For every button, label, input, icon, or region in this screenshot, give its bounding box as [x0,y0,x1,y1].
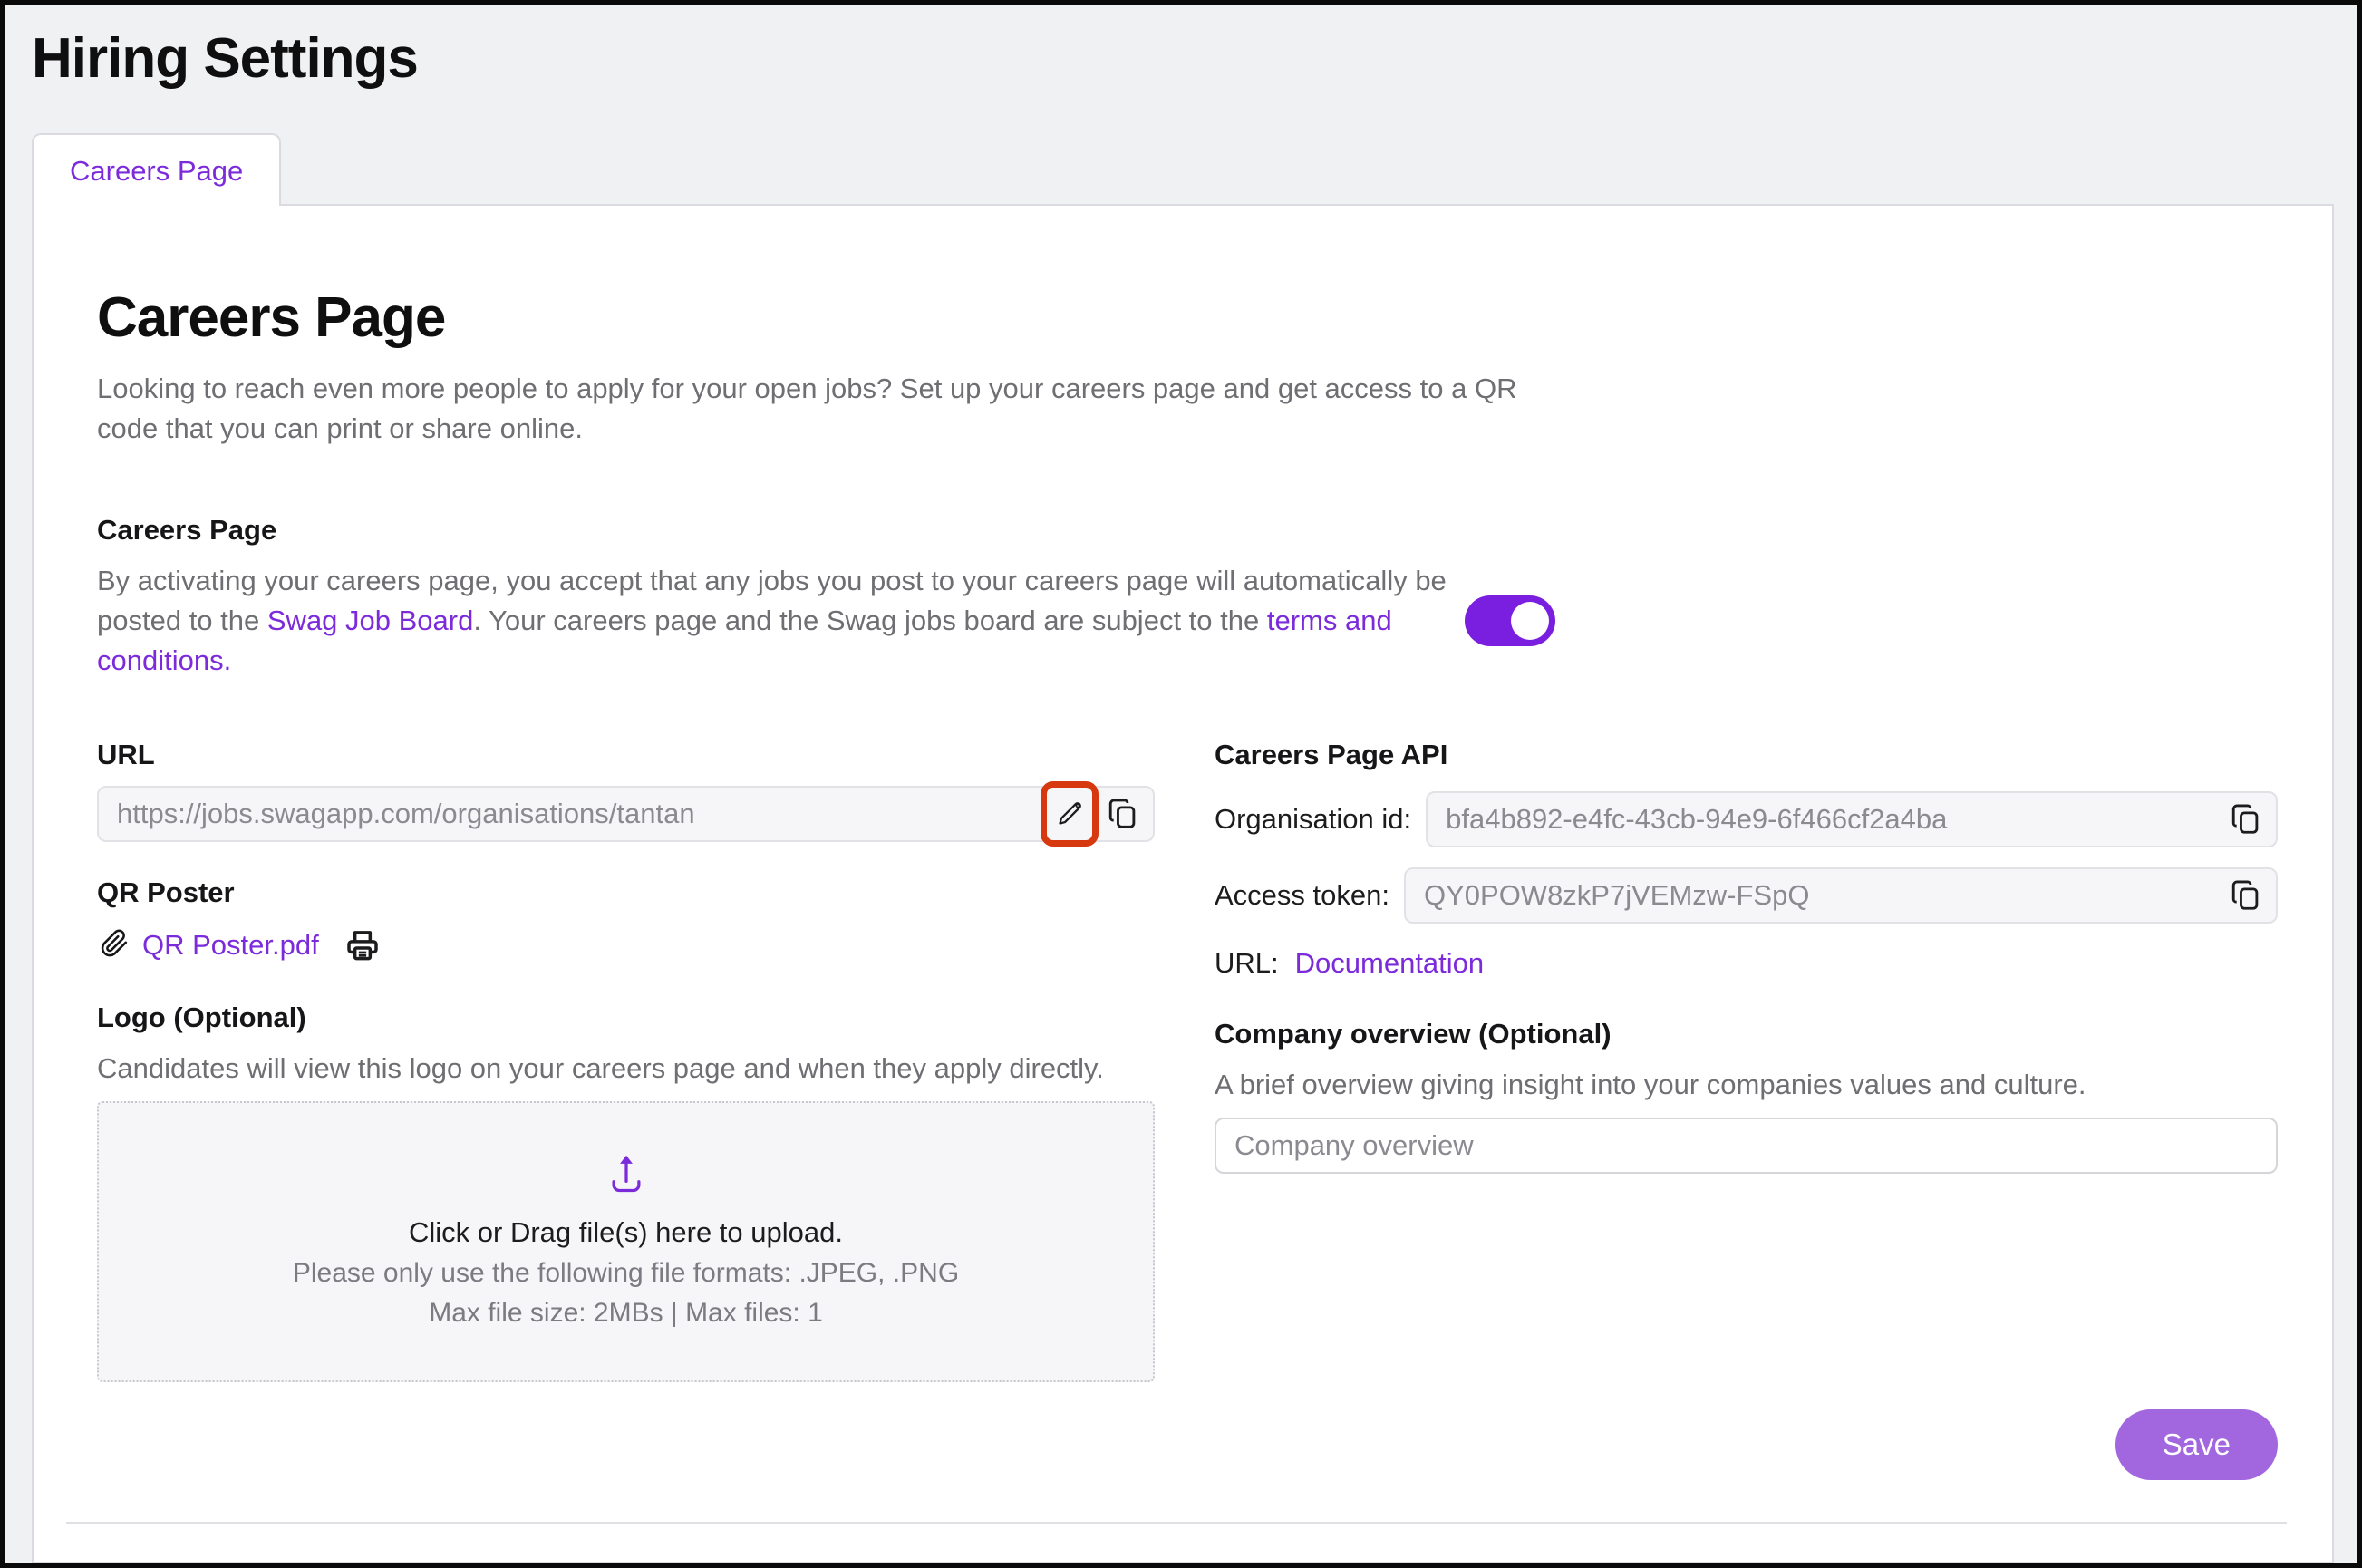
company-overview-heading: Company overview (Optional) [1215,1018,2278,1050]
careers-page-panel: Careers Page Looking to reach even more … [32,204,2334,1563]
url-label: URL [97,739,1155,771]
dropzone-formats: Please only use the following file forma… [293,1253,959,1293]
page-title: Hiring Settings [32,26,2357,92]
careers-toggle-label: Careers Page [97,514,2278,547]
access-token-label: Access token: [1215,879,1389,912]
qr-poster-label: QR Poster [97,876,1155,909]
copy-icon [2229,878,2263,913]
swag-job-board-link[interactable]: Swag Job Board [267,605,473,636]
tab-careers-page-label: Careers Page [70,155,243,187]
company-overview-description: A brief overview giving insight into you… [1215,1065,2278,1105]
edit-url-button[interactable] [1052,797,1087,831]
tab-bar: Careers Page [32,131,2357,204]
print-qr-button[interactable] [343,925,382,965]
organisation-id-label: Organisation id: [1215,803,1411,836]
printer-icon [344,927,381,963]
copy-organisation-id-button[interactable] [2227,800,2265,838]
toggle-text-2: . Your careers page and the Swag jobs bo… [473,605,1266,636]
bottom-divider [66,1522,2287,1524]
careers-page-toggle[interactable] [1465,595,1555,646]
api-heading: Careers Page API [1215,739,2278,771]
tab-careers-page[interactable]: Careers Page [32,133,281,206]
careers-toggle-row: By activating your careers page, you acc… [97,561,2278,681]
careers-toggle-description: By activating your careers page, you acc… [97,561,1452,681]
organisation-id-value: bfa4b892-e4fc-43cb-94e9-6f466cf2a4ba [1446,803,2227,836]
careers-url-field[interactable]: https://jobs.swagapp.com/organisations/t… [97,786,1155,842]
section-heading: Careers Page [97,286,2278,351]
toggle-knob [1511,602,1549,640]
pencil-icon [1054,799,1085,829]
dropzone-limits: Max file size: 2MBs | Max files: 1 [429,1293,823,1333]
copy-icon [1106,797,1140,831]
left-column: URL https://jobs.swagapp.com/organisatio… [97,739,1155,1382]
action-highlight-box [1041,781,1099,847]
copy-access-token-button[interactable] [2227,876,2265,915]
company-overview-input[interactable] [1215,1118,2278,1174]
paperclip-icon [97,927,130,964]
copy-icon [2229,802,2263,837]
organisation-id-field[interactable]: bfa4b892-e4fc-43cb-94e9-6f466cf2a4ba [1426,791,2278,847]
logo-description: Candidates will view this logo on your c… [97,1049,1155,1089]
right-column: Careers Page API Organisation id: bfa4b8… [1215,739,2278,1174]
api-url-label: URL: [1215,947,1279,980]
logo-label: Logo (Optional) [97,1002,1155,1034]
upload-arrow-icon [603,1151,650,1203]
dropzone-title: Click or Drag file(s) here to upload. [409,1212,843,1253]
careers-url-value: https://jobs.swagapp.com/organisations/t… [117,798,1041,830]
save-button[interactable]: Save [2115,1409,2278,1480]
logo-upload-dropzone[interactable]: Click or Drag file(s) here to upload. Pl… [97,1101,1155,1382]
documentation-link[interactable]: Documentation [1295,947,1485,980]
qr-poster-file-link[interactable]: QR Poster.pdf [142,929,319,962]
access-token-value: QY0POW8zkP7jVEMzw-FSpQ [1424,879,2227,912]
copy-url-button[interactable] [1104,795,1142,833]
access-token-field[interactable]: QY0POW8zkP7jVEMzw-FSpQ [1404,867,2278,924]
section-intro: Looking to reach even more people to app… [97,369,1529,449]
